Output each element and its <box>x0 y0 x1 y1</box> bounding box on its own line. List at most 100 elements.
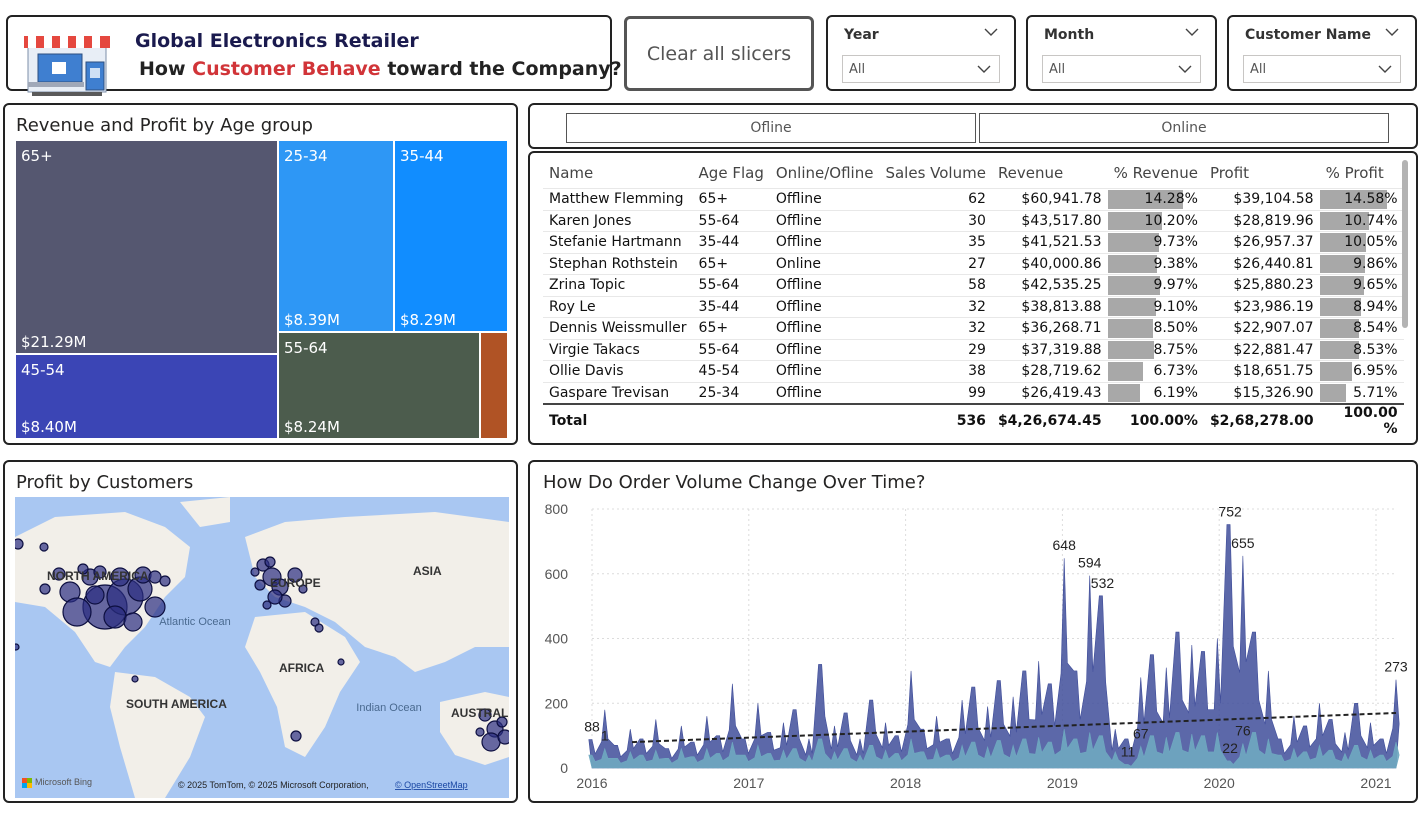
treemap-cell-label: 65+ <box>21 147 53 165</box>
column-header[interactable]: % Profit <box>1320 158 1404 189</box>
clear-all-slicers-button[interactable]: Clear all slicers <box>624 16 814 91</box>
chart-title: How Do Order Volume Change Over Time? <box>543 472 926 493</box>
table-cell: $22,907.07 <box>1203 317 1320 339</box>
table-cell: Karen Jones <box>543 209 693 232</box>
table-cell: Offline <box>769 317 880 339</box>
treemap-cell-45-54[interactable]: 45-54 $8.40M <box>16 355 279 440</box>
table-cell: 10.20% <box>1107 209 1204 232</box>
table-cell: Zrina Topic <box>543 274 693 296</box>
column-header[interactable]: Revenue <box>992 158 1108 189</box>
table-row[interactable]: Gaspare Trevisan 25-34 Offline 99 $26,419.43… <box>543 381 1404 404</box>
world-map[interactable]: NORTH AMERICA EUROPE ASIA AFRICA SOUTH A… <box>15 497 509 798</box>
treemap-cell-55-64[interactable]: 55-64 $8.24M <box>279 333 481 440</box>
table-row[interactable]: Roy Le 35-44 Offline 32 $38,813.88 9.10% $23,9… <box>543 295 1404 318</box>
table-cell: Offline <box>769 295 880 318</box>
table-cell: Matthew Flemming <box>543 188 693 210</box>
table-cell: 6.95% <box>1319 360 1404 382</box>
table-cell: Stephan Rothstein <box>543 252 693 275</box>
chevron-down-icon <box>977 65 991 73</box>
treemap-cell-65plus[interactable]: 65+ $21.29M <box>16 141 279 355</box>
table-row[interactable]: Dennis Weissmuller 65+ Offline 32 $36,268.71… <box>543 317 1404 339</box>
x-tick-label: 2020 <box>1204 775 1235 791</box>
table-cell: 9.73% <box>1107 231 1204 253</box>
slicer-value: All <box>1049 62 1066 77</box>
table-cell: Online <box>769 252 880 275</box>
subtitle-highlight: Customer Behave <box>192 58 381 80</box>
table-cell: 45-54 <box>692 360 770 382</box>
table-cell: $26,419.43 <box>991 381 1108 404</box>
table-row[interactable]: Virgie Takacs 55-64 Offline 29 $37,319.88 8.7… <box>543 338 1404 361</box>
column-header[interactable]: % Revenue <box>1108 158 1204 189</box>
series-area <box>588 524 1400 769</box>
column-header[interactable]: Profit <box>1204 158 1320 189</box>
table-cell: Offline <box>769 274 880 296</box>
table-cell: 58 <box>879 274 992 296</box>
table-cell: Offline <box>769 338 880 361</box>
table-cell: 35-44 <box>692 295 770 318</box>
store-logo-icon <box>24 36 110 96</box>
table-row[interactable]: Matthew Flemming 65+ Offline 62 $60,941.78 14… <box>543 188 1404 210</box>
table-cell: 25-34 <box>692 381 770 404</box>
table-cell: 14.58% <box>1319 188 1404 210</box>
chevron-down-icon <box>1178 65 1192 73</box>
y-tick-label: 600 <box>545 566 569 582</box>
data-label: 1 <box>601 728 609 744</box>
map-label-atlantic: Atlantic Ocean <box>159 616 231 628</box>
tab-online[interactable]: Online <box>979 113 1389 143</box>
table-cell: 10.05% <box>1319 231 1404 253</box>
treemap-cell-value: $21.29M <box>21 333 87 351</box>
y-tick-label: 400 <box>545 631 569 647</box>
table-total-row: Total 536 $4,26,674.45 100.00% $2,68,278.00 1… <box>543 403 1404 437</box>
total-cell <box>769 403 880 437</box>
slicer-dropdown[interactable]: All <box>1042 55 1201 83</box>
slicer-month[interactable]: Month All <box>1026 15 1217 91</box>
total-cell: $4,26,674.45 <box>991 403 1108 437</box>
table-cell: $28,819.96 <box>1203 209 1320 232</box>
chevron-down-icon <box>1378 65 1392 73</box>
table-cell: 35-44 <box>692 231 770 253</box>
table-cell: 8.94% <box>1319 295 1404 318</box>
table-row[interactable]: Stefanie Hartmann 35-44 Offline 35 $41,521.5… <box>543 231 1404 253</box>
table-cell: 9.86% <box>1319 252 1404 275</box>
column-header[interactable]: Age Flag <box>693 158 770 189</box>
slicer-customer-name[interactable]: Customer Name All <box>1227 15 1417 91</box>
table-cell: 55-64 <box>692 209 770 232</box>
table-cell: 9.97% <box>1107 274 1204 296</box>
table-cell: 9.65% <box>1319 274 1404 296</box>
table-cell: Roy Le <box>543 295 693 318</box>
total-cell: Total <box>543 403 693 437</box>
table-cell: 10.74% <box>1319 209 1404 232</box>
x-tick-label: 2018 <box>890 775 921 791</box>
x-tick-label: 2019 <box>1047 775 1078 791</box>
chevron-down-icon[interactable] <box>1185 25 1199 39</box>
column-header[interactable]: Name <box>543 158 693 189</box>
tab-offline[interactable]: Ofline <box>566 113 976 143</box>
slicer-year[interactable]: Year All <box>826 15 1016 91</box>
total-cell: 100.00% <box>1107 403 1204 437</box>
column-header[interactable]: Sales Volume <box>879 158 991 189</box>
table-row[interactable]: Zrina Topic 55-64 Offline 58 $42,535.25 9.97%… <box>543 274 1404 296</box>
table-row[interactable]: Stephan Rothstein 65+ Online 27 $40,000.86 9.… <box>543 252 1404 275</box>
chevron-down-icon[interactable] <box>1385 25 1399 39</box>
table-row[interactable]: Karen Jones 55-64 Offline 30 $43,517.80 10.20… <box>543 209 1404 232</box>
slicer-value: All <box>849 62 866 77</box>
treemap-cell-35-44[interactable]: 35-44 $8.29M <box>395 141 509 333</box>
table-cell: 65+ <box>692 188 770 210</box>
table-cell: 65+ <box>692 317 770 339</box>
map-attribution-link[interactable]: © OpenStreetMap <box>395 780 468 790</box>
table-cell: 9.10% <box>1107 295 1204 318</box>
table-cell: 8.54% <box>1319 317 1404 339</box>
treemap-cell-other[interactable] <box>481 333 509 440</box>
table-row[interactable]: Ollie Davis 45-54 Offline 38 $28,719.62 6.73%… <box>543 360 1404 382</box>
treemap-cell-label: 45-54 <box>21 361 65 379</box>
table-scrollbar[interactable] <box>1402 160 1408 328</box>
table-cell: $26,957.37 <box>1203 231 1320 253</box>
column-header[interactable]: Online/Ofline <box>770 158 880 189</box>
slicer-label: Month <box>1044 27 1095 43</box>
slicer-dropdown[interactable]: All <box>842 55 1000 83</box>
treemap-cell-25-34[interactable]: 25-34 $8.39M <box>279 141 395 333</box>
chevron-down-icon[interactable] <box>984 25 998 39</box>
map-brand: Microsoft Bing <box>35 777 92 787</box>
map-label-africa: AFRICA <box>279 661 325 675</box>
slicer-dropdown[interactable]: All <box>1243 55 1401 83</box>
